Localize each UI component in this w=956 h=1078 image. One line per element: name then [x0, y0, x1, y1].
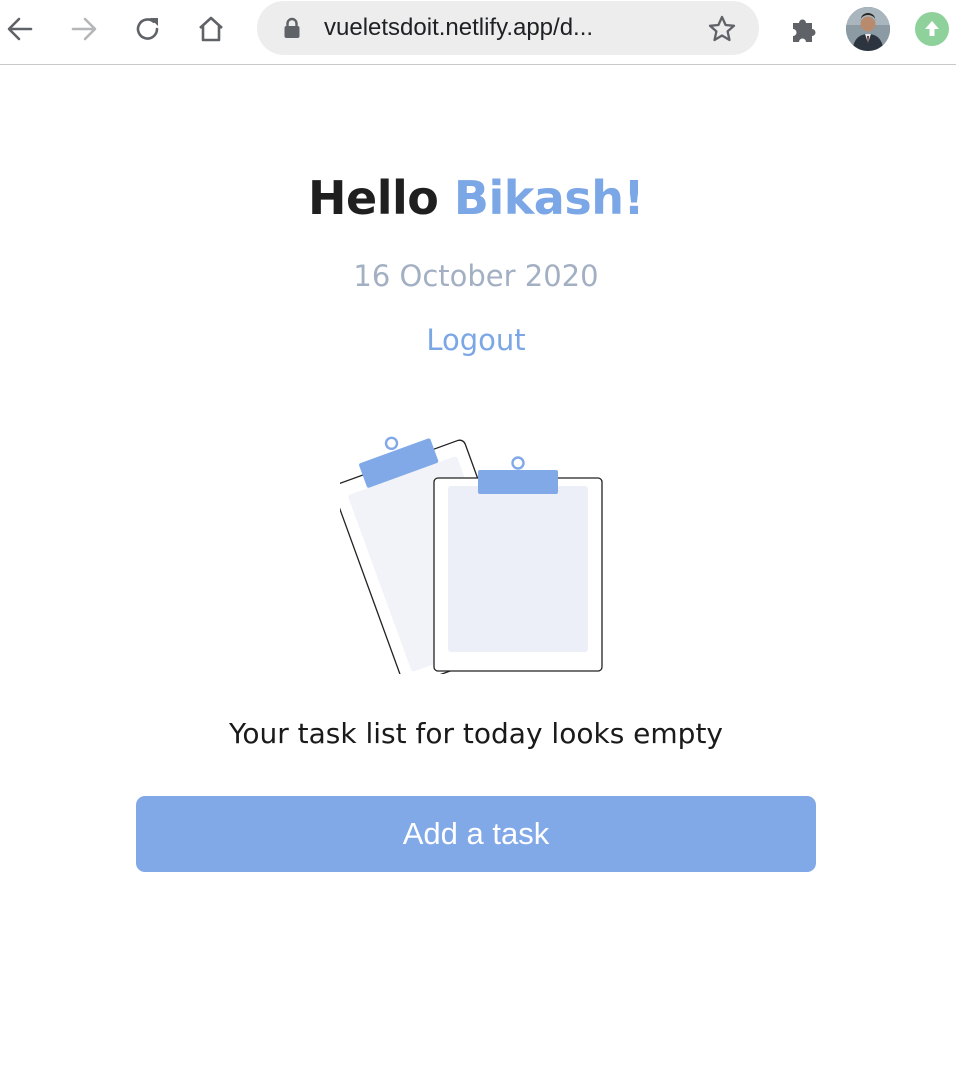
arrow-left-icon	[7, 17, 33, 41]
reload-button[interactable]	[132, 13, 164, 45]
greeting-prefix: Hello	[308, 171, 439, 225]
forward-button[interactable]	[68, 13, 100, 45]
reload-icon	[136, 18, 159, 40]
browser-toolbar: vueletsdoit.netlify.app/d...	[0, 0, 956, 65]
address-bar[interactable]: vueletsdoit.netlify.app/d...	[257, 1, 759, 55]
star-icon[interactable]	[707, 14, 737, 44]
avatar-photo	[846, 7, 890, 51]
clipboards-illustration	[340, 436, 603, 674]
back-button[interactable]	[4, 13, 36, 45]
update-button[interactable]	[915, 12, 949, 46]
greeting-heading: Hello Bikash!	[0, 170, 952, 226]
logout-link[interactable]: Logout	[376, 322, 576, 358]
arrow-up-icon	[925, 21, 939, 36]
empty-state-message: Your task list for today looks empty	[228, 717, 724, 750]
url-text[interactable]: vueletsdoit.netlify.app/d...	[324, 14, 684, 42]
current-date: 16 October 2020	[353, 259, 599, 293]
puzzle-icon[interactable]	[787, 12, 821, 46]
user-name: Bikash!	[453, 171, 645, 225]
dashboard-page: Hello Bikash! 16 October 2020 Logout You…	[0, 66, 956, 1078]
home-icon	[199, 16, 223, 42]
arrow-right-icon	[71, 17, 97, 41]
profile-avatar[interactable]	[846, 7, 890, 51]
add-task-button[interactable]: Add a task	[136, 796, 816, 872]
home-button[interactable]	[195, 13, 227, 45]
lock-icon	[284, 17, 300, 38]
